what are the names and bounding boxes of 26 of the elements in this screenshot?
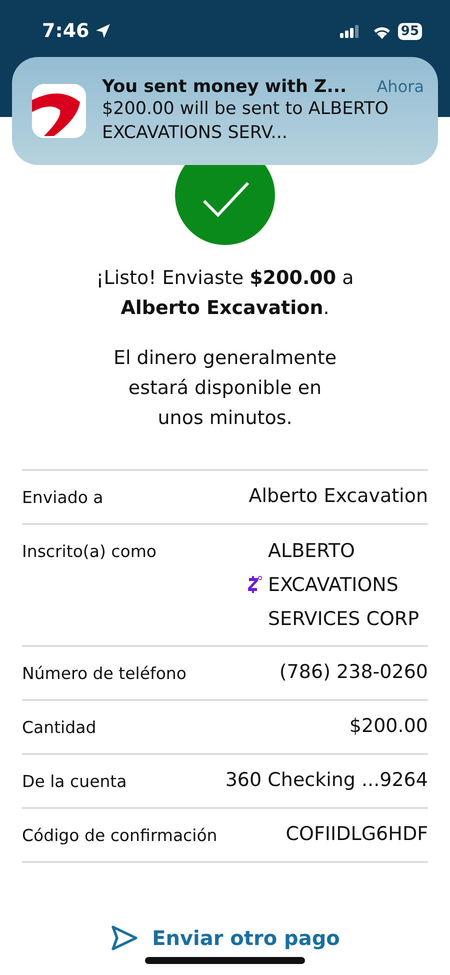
detail-label: Número de teléfono bbox=[22, 663, 186, 685]
detail-label: De la cuenta bbox=[22, 771, 127, 793]
send-another-payment-link[interactable]: Enviar otro pago bbox=[110, 925, 340, 951]
detail-value: ALBERTO EXCAVATIONS SERVICES CORP bbox=[268, 539, 420, 632]
detail-label: Enviado a bbox=[22, 487, 104, 509]
detail-value: 360 Checking ...9264 bbox=[225, 768, 428, 793]
detail-value: $200.00 bbox=[349, 714, 428, 739]
notification-time: Ahora bbox=[376, 77, 424, 96]
clock-time: 7:46 bbox=[42, 20, 90, 42]
detail-label: Código de confirmación bbox=[22, 825, 218, 847]
location-arrow-icon bbox=[95, 23, 112, 39]
notification-title: You sent money with Z... bbox=[102, 77, 347, 97]
confirmation-message: ¡Listo! Enviaste $200.00 a Alberto Excavation. bbox=[95, 266, 355, 321]
detail-value: COFIIDLG6HDF bbox=[286, 822, 428, 847]
availability-note: El dinero generalmente estará disponible en unos minutos. bbox=[112, 346, 338, 431]
battery-indicator: 95 bbox=[398, 22, 422, 40]
detail-value: (786) 238-0260 bbox=[279, 660, 428, 685]
send-icon bbox=[110, 925, 138, 951]
signal-icon bbox=[340, 24, 360, 38]
detail-value: Alberto Excavation bbox=[248, 484, 428, 509]
notification-body: $200.00 will be sent to ALBERTO EXCAVATIONS SERV... bbox=[102, 98, 390, 145]
app-icon bbox=[32, 84, 86, 138]
detail-label: Inscrito(a) como bbox=[22, 541, 156, 563]
detail-label: Cantidad bbox=[22, 717, 96, 739]
notification-banner[interactable]: You sent money with Z... Ahora $200.00 will be sent to ALBERTO EXCAVATIONS SERV... bbox=[12, 57, 438, 165]
zelle-icon bbox=[246, 575, 262, 595]
